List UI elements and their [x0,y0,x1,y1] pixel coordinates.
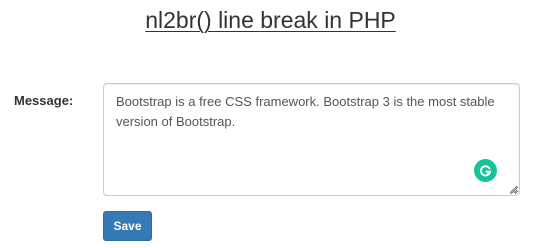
page: nl2br() line break in PHP Message: Boots… [0,0,541,248]
message-label: Message: [14,93,74,108]
save-button[interactable]: Save [103,211,152,241]
page-title: nl2br() line break in PHP [145,7,396,33]
grammarly-icon[interactable] [474,159,497,182]
resize-grip-icon[interactable] [509,185,518,194]
grammarly-glyph [480,165,492,177]
message-textarea[interactable]: Bootstrap is a free CSS framework. Boots… [103,83,520,196]
message-field-wrapper: Bootstrap is a free CSS framework. Boots… [103,83,520,196]
